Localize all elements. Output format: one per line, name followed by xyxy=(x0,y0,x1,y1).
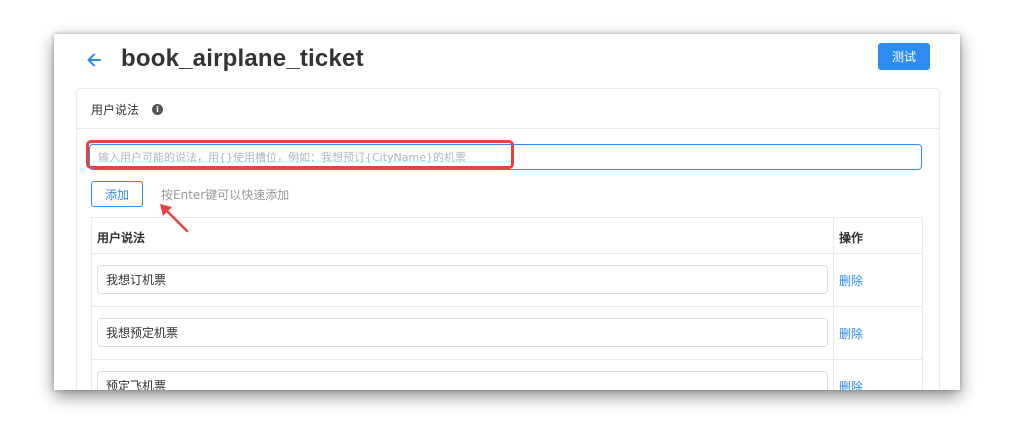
add-button[interactable]: 添加 xyxy=(91,181,143,207)
utterance-card: 用户说法 i 添加 按Enter键可以快速添加 用户说法 操作 删除 删除 xyxy=(76,88,940,390)
utterance-row-input[interactable] xyxy=(97,265,828,294)
utterance-table: 用户说法 操作 删除 删除 删除 xyxy=(91,217,923,390)
enter-hint-text: 按Enter键可以快速添加 xyxy=(161,188,290,202)
column-header-operation: 操作 xyxy=(839,231,864,245)
page-title: book_airplane_ticket xyxy=(121,45,364,72)
delete-link[interactable]: 删除 xyxy=(839,272,863,289)
card-header: 用户说法 i xyxy=(77,89,939,129)
utterance-row-input[interactable] xyxy=(97,318,828,347)
app-window: book_airplane_ticket 测试 用户说法 i 添加 按Enter… xyxy=(54,34,960,390)
test-button[interactable]: 测试 xyxy=(878,43,930,70)
column-header-utterance: 用户说法 xyxy=(97,231,146,245)
utterance-input[interactable] xyxy=(89,144,922,170)
table-header: 用户说法 操作 xyxy=(92,218,922,254)
utterance-row-input[interactable] xyxy=(97,371,828,390)
table-row: 删除 xyxy=(92,254,922,307)
table-row: 删除 xyxy=(92,307,922,360)
info-icon[interactable]: i xyxy=(152,104,163,115)
delete-link[interactable]: 删除 xyxy=(839,378,863,390)
back-arrow-icon[interactable] xyxy=(84,48,104,72)
card-title: 用户说法 xyxy=(91,103,140,117)
table-row: 删除 xyxy=(92,360,922,390)
delete-link[interactable]: 删除 xyxy=(839,325,863,342)
